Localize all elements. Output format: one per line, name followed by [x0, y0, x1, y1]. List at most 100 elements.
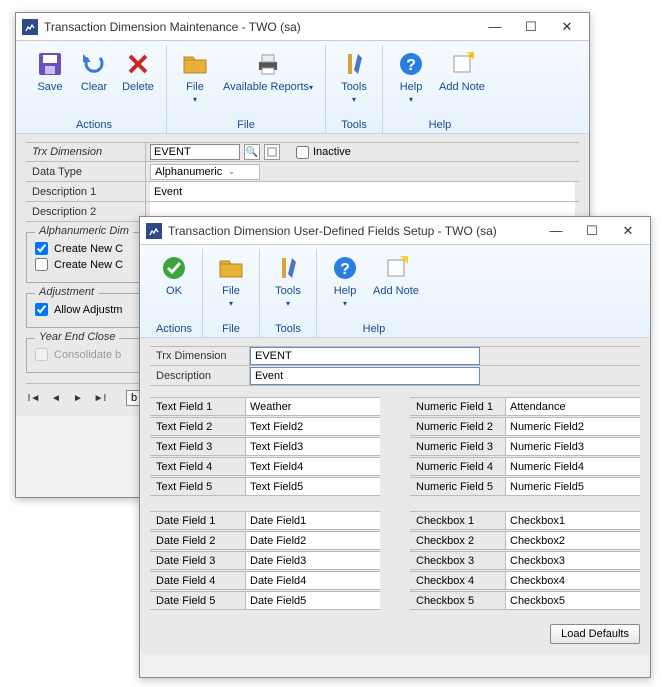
trx-dimension-label: Trx Dimension	[26, 143, 146, 161]
desc2-label: Description 2	[26, 202, 146, 221]
date-field-row-3: Date Field 3Date Field3	[150, 551, 380, 570]
create-new-1-checkbox[interactable]	[35, 242, 48, 255]
checkbox-field-label: Checkbox 3	[410, 552, 506, 569]
checkbox-field-row-2: Checkbox 2Checkbox2	[410, 531, 640, 550]
checkbox-field-input[interactable]: Checkbox1	[506, 512, 640, 529]
nav-prev[interactable]: ◄	[48, 391, 64, 405]
minimize-button[interactable]: —	[477, 16, 513, 38]
chevron-down-icon: ▾	[309, 83, 313, 92]
text-field-row-2: Text Field 2Text Field2	[150, 417, 380, 436]
text-field-row-4: Text Field 4Text Field4	[150, 457, 380, 476]
text-field-label: Text Field 3	[150, 438, 246, 455]
text-field-label: Text Field 2	[150, 418, 246, 435]
close-button[interactable]: ✕	[610, 220, 646, 242]
help-icon: ?	[330, 253, 360, 283]
delete-button[interactable]: Delete	[118, 47, 158, 95]
tools-menu[interactable]: Tools▾	[268, 251, 308, 311]
text-field-input[interactable]: Text Field5	[246, 478, 380, 495]
numeric-field-row-2: Numeric Field 2Numeric Field2	[410, 417, 640, 436]
date-field-label: Date Field 2	[150, 532, 246, 549]
checkbox-field-input[interactable]: Checkbox2	[506, 532, 640, 549]
allow-adjustment-checkbox[interactable]	[35, 303, 48, 316]
ribbon: Save Clear Delete Actions File▾	[16, 41, 589, 134]
undo-icon	[79, 49, 109, 79]
date-field-row-4: Date Field 4Date Field4	[150, 571, 380, 590]
date-field-input[interactable]: Date Field4	[246, 572, 380, 589]
chevron-down-icon: ▾	[193, 95, 197, 104]
datatype-select[interactable]: Alphanumeric ⌄	[150, 164, 260, 180]
create-new-2-checkbox[interactable]	[35, 258, 48, 271]
tools-menu[interactable]: Tools▾	[334, 47, 374, 107]
date-field-row-1: Date Field 1Date Field1	[150, 511, 380, 530]
date-field-input[interactable]: Date Field1	[246, 512, 380, 529]
checkbox-field-input[interactable]: Checkbox3	[506, 552, 640, 569]
file-menu[interactable]: File▾	[175, 47, 215, 107]
numeric-field-label: Numeric Field 5	[410, 478, 506, 495]
add-note-button[interactable]: Add Note	[435, 47, 489, 107]
text-field-input[interactable]: Text Field2	[246, 418, 380, 435]
lookup-button[interactable]: 🔍	[244, 144, 260, 160]
text-field-input[interactable]: Weather	[246, 398, 380, 415]
date-field-row-5: Date Field 5Date Field5	[150, 591, 380, 610]
trx-dimension-input[interactable]	[150, 144, 240, 160]
folder-icon	[180, 49, 210, 79]
chevron-down-icon: ▾	[409, 95, 413, 104]
checkbox-field-input[interactable]: Checkbox4	[506, 572, 640, 589]
numeric-field-input[interactable]: Attendance	[506, 398, 640, 415]
save-button[interactable]: Save	[30, 47, 70, 95]
maximize-button[interactable]: ☐	[574, 220, 610, 242]
file-menu[interactable]: File▾	[211, 251, 251, 311]
load-defaults-button[interactable]: Load Defaults	[550, 624, 640, 644]
date-field-input[interactable]: Date Field3	[246, 552, 380, 569]
titlebar[interactable]: Transaction Dimension Maintenance - TWO …	[16, 13, 589, 41]
checkbox-field-input[interactable]: Checkbox5	[506, 592, 640, 609]
titlebar[interactable]: Transaction Dimension User-Defined Field…	[140, 217, 650, 245]
text-field-row-5: Text Field 5Text Field5	[150, 477, 380, 496]
desc1-input[interactable]: Event	[150, 182, 575, 201]
checkbox-field-label: Checkbox 2	[410, 532, 506, 549]
reports-menu[interactable]: Available Reports▾	[219, 47, 317, 107]
numeric-field-input[interactable]: Numeric Field5	[506, 478, 640, 495]
help-menu[interactable]: ? Help▾	[325, 251, 365, 311]
checkbox-field-label: Checkbox 5	[410, 592, 506, 609]
numeric-field-input[interactable]: Numeric Field4	[506, 458, 640, 475]
text-field-input[interactable]: Text Field3	[246, 438, 380, 455]
app-icon	[146, 223, 162, 239]
clear-button[interactable]: Clear	[74, 47, 114, 95]
tools-icon	[339, 49, 369, 79]
maximize-button[interactable]: ☐	[513, 16, 549, 38]
minimize-button[interactable]: —	[538, 220, 574, 242]
date-field-input[interactable]: Date Field5	[246, 592, 380, 609]
consolidate-checkbox	[35, 348, 48, 361]
app-icon	[22, 19, 38, 35]
note-icon	[381, 253, 411, 283]
date-field-label: Date Field 5	[150, 592, 246, 609]
text-field-input[interactable]: Text Field4	[246, 458, 380, 475]
numeric-field-label: Numeric Field 4	[410, 458, 506, 475]
date-field-label: Date Field 3	[150, 552, 246, 569]
window-title: Transaction Dimension Maintenance - TWO …	[44, 20, 477, 34]
help-menu[interactable]: ? Help▾	[391, 47, 431, 107]
note-button[interactable]	[264, 144, 280, 160]
note-icon	[447, 49, 477, 79]
text-field-label: Text Field 4	[150, 458, 246, 475]
text-field-row-3: Text Field 3Text Field3	[150, 437, 380, 456]
trx-dimension-label: Trx Dimension	[150, 347, 250, 365]
numeric-field-label: Numeric Field 1	[410, 398, 506, 415]
add-note-button[interactable]: Add Note	[369, 251, 423, 311]
description-value: Event	[255, 370, 283, 382]
desc1-label: Description 1	[26, 182, 146, 201]
nav-last[interactable]: ►I	[92, 391, 108, 405]
numeric-field-label: Numeric Field 3	[410, 438, 506, 455]
date-field-input[interactable]: Date Field2	[246, 532, 380, 549]
inactive-checkbox[interactable]	[296, 146, 309, 159]
nav-first[interactable]: I◄	[26, 391, 42, 405]
close-button[interactable]: ✕	[549, 16, 585, 38]
numeric-field-row-5: Numeric Field 5Numeric Field5	[410, 477, 640, 496]
numeric-field-input[interactable]: Numeric Field3	[506, 438, 640, 455]
nav-next[interactable]: ►	[70, 391, 86, 405]
text-field-label: Text Field 1	[150, 398, 246, 415]
chevron-down-icon: ▾	[229, 299, 233, 308]
numeric-field-input[interactable]: Numeric Field2	[506, 418, 640, 435]
ok-button[interactable]: OK	[154, 251, 194, 299]
